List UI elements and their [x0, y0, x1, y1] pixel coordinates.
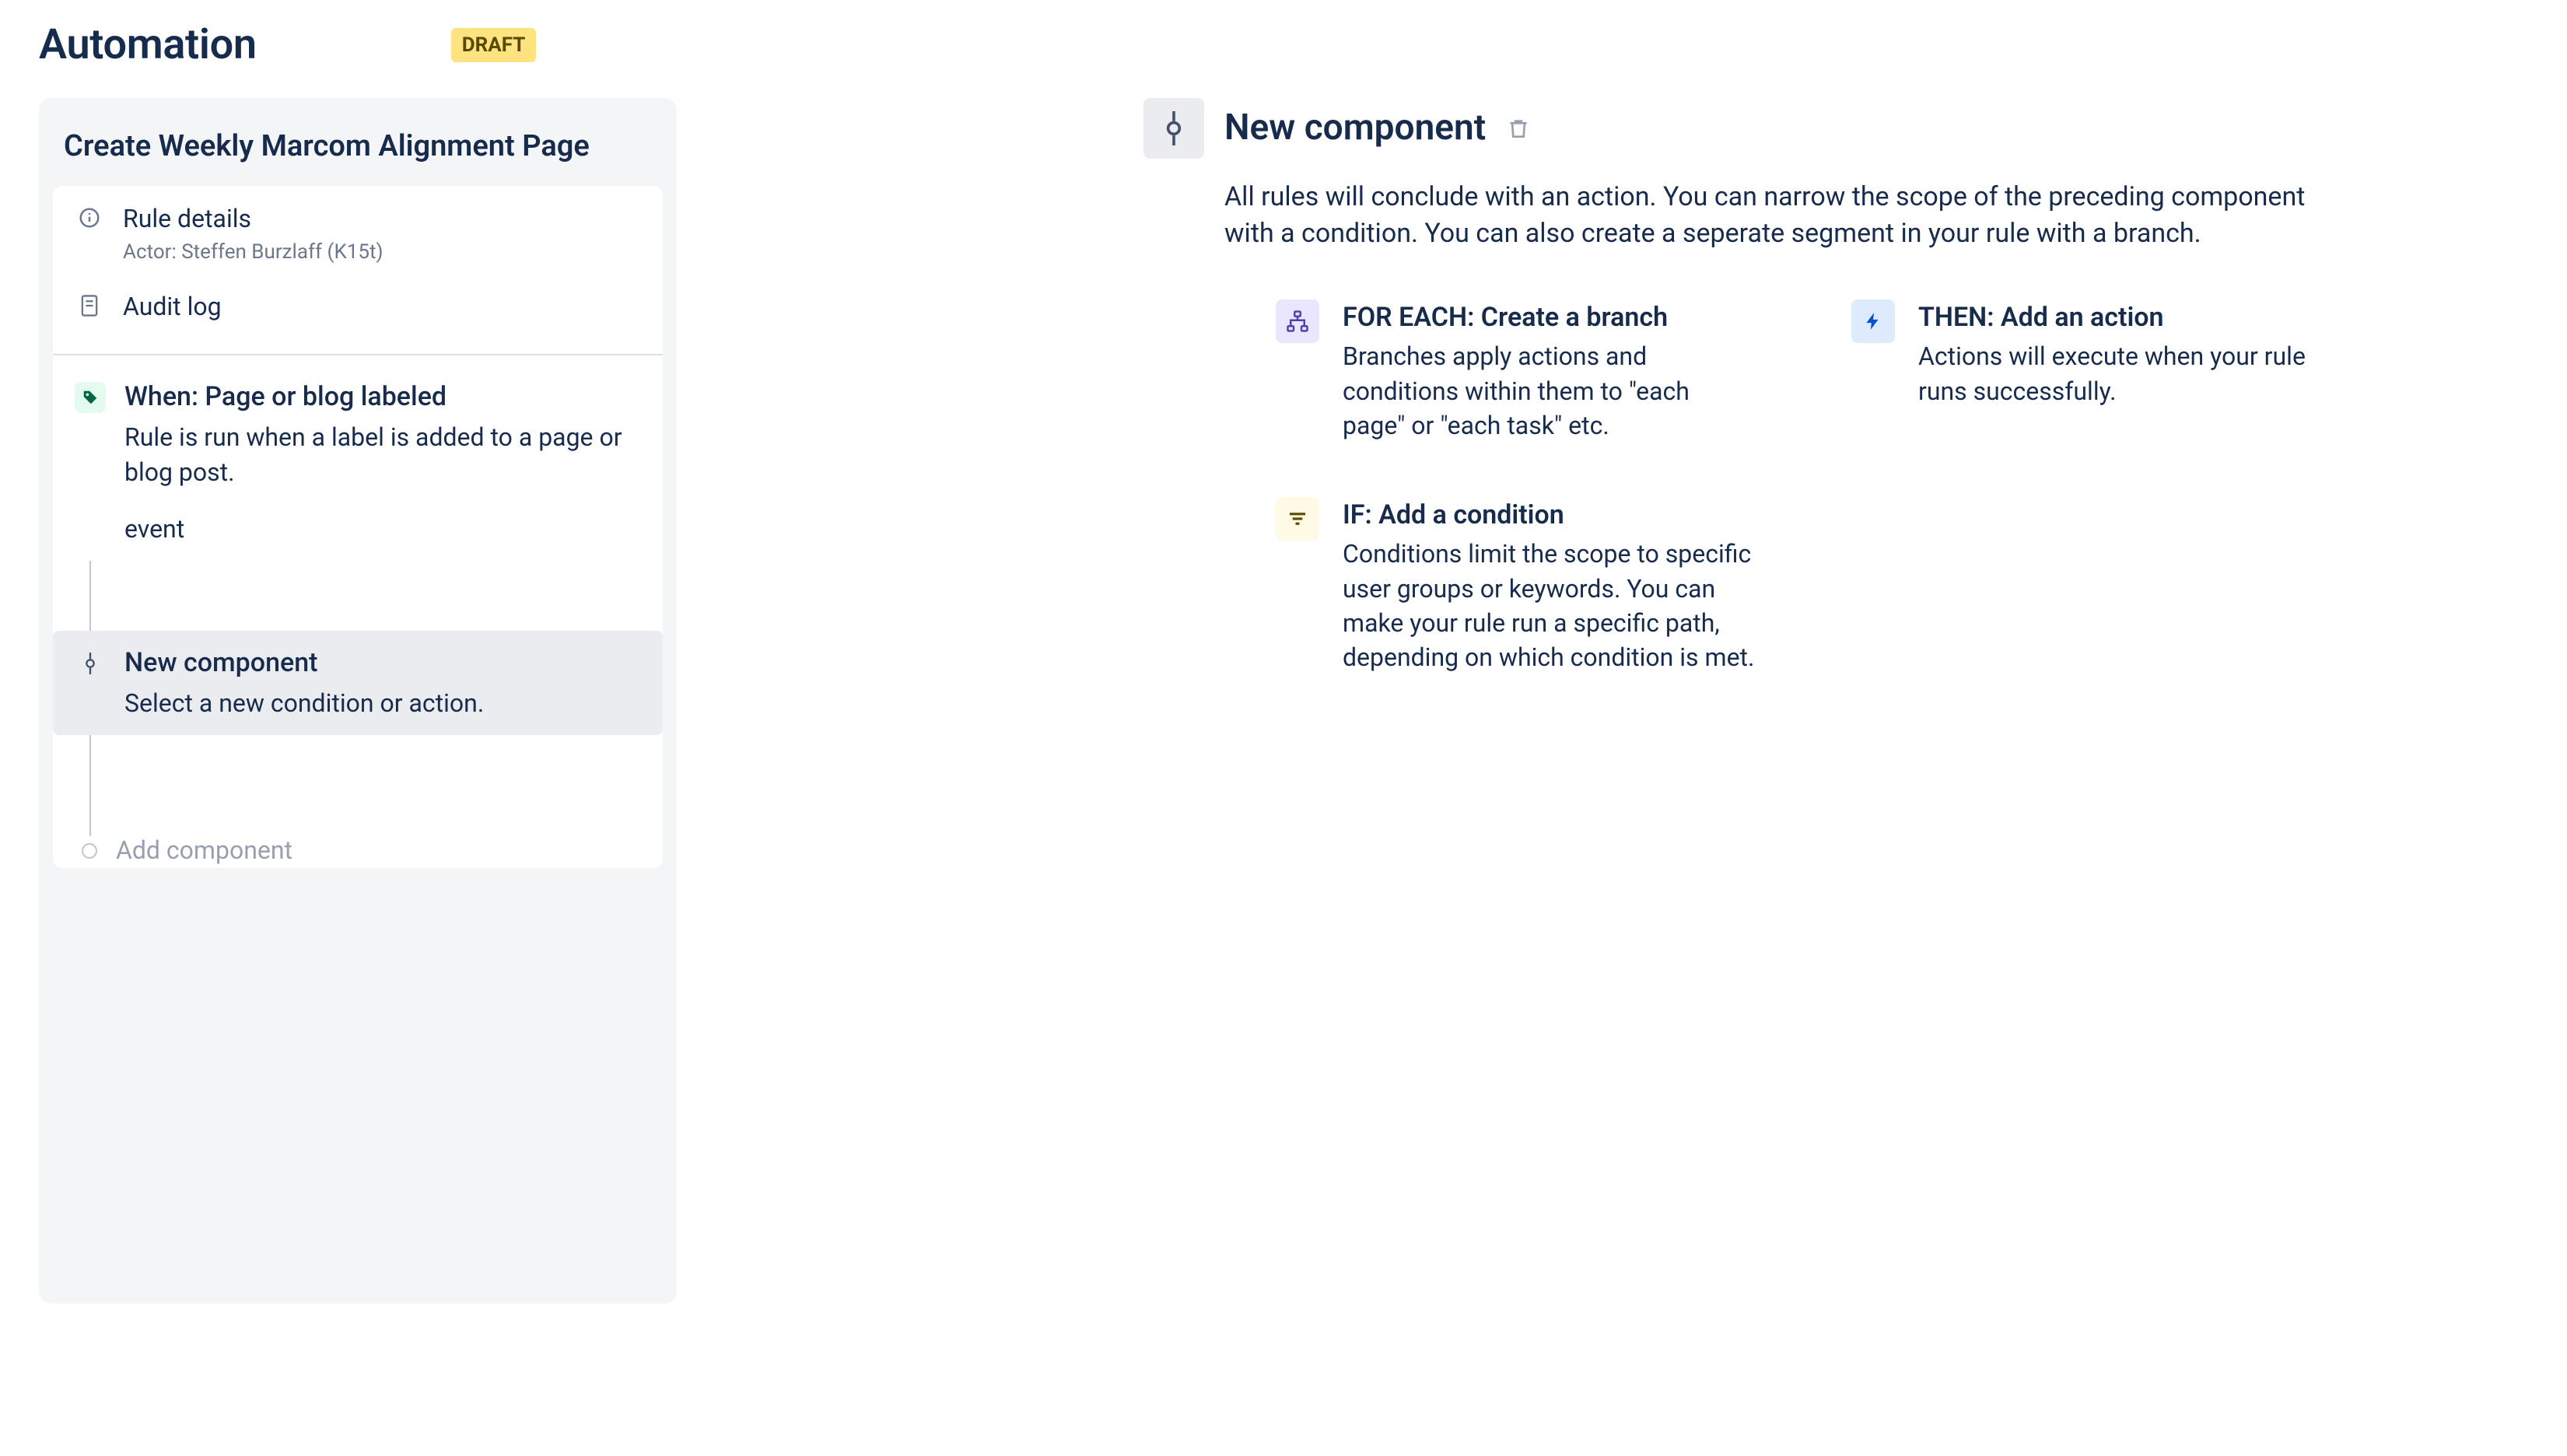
option-then-title: THEN: Add an action: [1918, 299, 2334, 337]
audit-log-row[interactable]: Audit log: [53, 282, 663, 345]
trigger-step[interactable]: When: Page or blog labeled Rule is run w…: [53, 365, 663, 561]
detail-panel: New component All rules will conclude wi…: [1143, 98, 2357, 674]
info-icon: [75, 203, 104, 233]
option-if-desc: Conditions limit the scope to specific u…: [1343, 537, 1758, 674]
new-component-step[interactable]: New component Select a new condition or …: [53, 631, 663, 735]
delete-button[interactable]: [1506, 114, 1531, 142]
audit-log-label: Audit log: [123, 289, 222, 324]
option-if-title: IF: Add a condition: [1343, 497, 1758, 534]
rule-sidebar: Create Weekly Marcom Alignment Page Rule…: [39, 98, 677, 1304]
option-for-each-desc: Branches apply actions and conditions wi…: [1343, 339, 1758, 442]
detail-title: New component: [1224, 103, 1486, 152]
new-component-title: New component: [124, 645, 484, 682]
tag-icon: [75, 382, 106, 413]
trigger-desc: Rule is run when a label is added to a p…: [124, 420, 641, 490]
add-component-label: Add component: [116, 833, 292, 868]
rule-name: Create Weekly Marcom Alignment Page: [39, 98, 677, 186]
branch-icon: [1276, 299, 1319, 343]
rule-details-row[interactable]: Rule details Actor: Steffen Burzlaff (K1…: [53, 186, 663, 282]
trigger-title: When: Page or blog labeled: [124, 379, 641, 416]
bolt-icon: [1851, 299, 1895, 343]
page-title: Automation: [39, 16, 257, 75]
trigger-event-tag: event: [124, 512, 641, 547]
rule-actor: Actor: Steffen Burzlaff (K15t): [123, 238, 383, 266]
new-component-desc: Select a new condition or action.: [124, 686, 484, 721]
document-icon: [75, 291, 104, 320]
option-if[interactable]: IF: Add a condition Conditions limit the…: [1276, 497, 1758, 674]
rule-details-label: Rule details: [123, 201, 383, 236]
timeline-connector: [89, 561, 663, 631]
page-header: Automation DRAFT: [39, 16, 2528, 75]
add-node-icon: [82, 843, 97, 859]
timeline-connector: [89, 735, 663, 836]
option-for-each[interactable]: FOR EACH: Create a branch Branches apply…: [1276, 299, 1758, 443]
option-then[interactable]: THEN: Add an action Actions will execute…: [1851, 299, 2334, 408]
add-component-button[interactable]: Add component: [53, 833, 663, 868]
option-then-desc: Actions will execute when your rule runs…: [1918, 339, 2334, 408]
status-badge: DRAFT: [451, 28, 537, 62]
detail-description: All rules will conclude with an action. …: [1224, 179, 2357, 253]
divider: [53, 354, 663, 355]
option-for-each-title: FOR EACH: Create a branch: [1343, 299, 1758, 337]
component-icon-large: [1143, 98, 1204, 159]
filter-icon: [1276, 497, 1319, 541]
component-icon: [75, 648, 106, 679]
